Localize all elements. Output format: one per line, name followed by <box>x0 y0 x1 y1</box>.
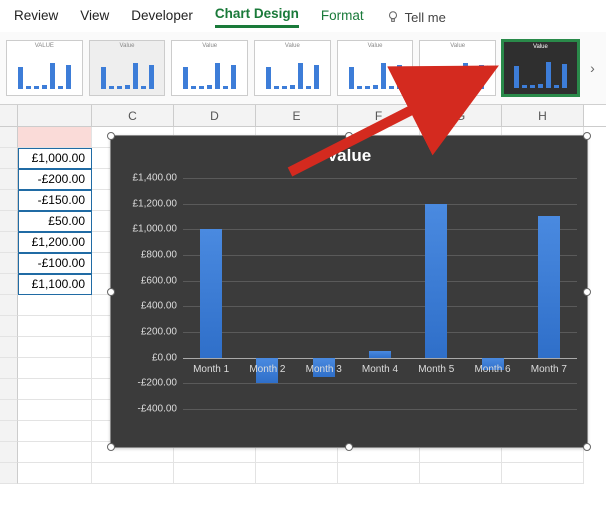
x-axis-label: Month 6 <box>474 364 510 375</box>
resize-handle[interactable] <box>583 288 591 296</box>
y-axis-label: -£400.00 <box>138 404 177 415</box>
embedded-chart[interactable]: Value -£400.00-£200.00£0.00£200.00£400.0… <box>110 135 588 448</box>
x-axis-label: Month 2 <box>249 364 285 375</box>
tab-developer[interactable]: Developer <box>131 8 193 27</box>
tell-me[interactable]: Tell me <box>386 10 446 25</box>
chart-title[interactable]: Value <box>111 136 587 170</box>
x-axis-label: Month 1 <box>193 364 229 375</box>
y-axis-label: -£200.00 <box>138 378 177 389</box>
y-axis-label: £1,200.00 <box>133 198 178 209</box>
ribbon-tabs: Review View Developer Chart Design Forma… <box>0 0 606 32</box>
chart-style-6[interactable]: Value <box>419 40 496 96</box>
resize-handle[interactable] <box>583 443 591 451</box>
chart-style-7-selected[interactable]: Value <box>502 40 579 96</box>
column-headers: C D E F G H <box>0 105 606 127</box>
tab-chart-design[interactable]: Chart Design <box>215 6 299 28</box>
y-axis-label: £600.00 <box>141 275 177 286</box>
x-axis-label: Month 7 <box>531 364 567 375</box>
tab-format[interactable]: Format <box>321 8 364 27</box>
y-axis-label: £800.00 <box>141 249 177 260</box>
resize-handle[interactable] <box>107 288 115 296</box>
chart-plot-area[interactable]: -£400.00-£200.00£0.00£200.00£400.00£600.… <box>183 178 577 409</box>
bulb-icon <box>386 10 400 24</box>
resize-handle[interactable] <box>107 132 115 140</box>
col-header-d[interactable]: D <box>174 105 256 126</box>
col-header-c[interactable]: C <box>92 105 174 126</box>
y-axis-label: £400.00 <box>141 301 177 312</box>
col-header-h[interactable]: H <box>502 105 584 126</box>
cell-b3[interactable]: -£200.00 <box>18 169 92 190</box>
chart-bar[interactable] <box>538 216 560 357</box>
select-all-corner[interactable] <box>0 105 18 126</box>
chart-style-2[interactable]: Value <box>89 40 166 96</box>
cell-b5[interactable]: £50.00 <box>18 211 92 232</box>
resize-handle[interactable] <box>107 443 115 451</box>
cell-b7[interactable]: -£100.00 <box>18 253 92 274</box>
resize-handle[interactable] <box>345 443 353 451</box>
cell[interactable] <box>18 127 92 148</box>
chart-bar[interactable] <box>425 204 447 358</box>
cell-b4[interactable]: -£150.00 <box>18 190 92 211</box>
chart-bar[interactable] <box>369 351 391 357</box>
chart-style-4[interactable]: Value <box>254 40 331 96</box>
tell-me-label: Tell me <box>405 10 446 25</box>
col-header-e[interactable]: E <box>256 105 338 126</box>
resize-handle[interactable] <box>583 132 591 140</box>
chart-style-1[interactable]: VALUE <box>6 40 83 96</box>
cell-b2[interactable]: £1,000.00 <box>18 148 92 169</box>
y-axis-label: £1,000.00 <box>133 224 178 235</box>
col-header-f[interactable]: F <box>338 105 420 126</box>
chart-style-5[interactable]: Value <box>337 40 414 96</box>
chart-style-gallery: VALUE Value Value Value Value Value Valu… <box>0 32 606 105</box>
x-axis-label: Month 5 <box>418 364 454 375</box>
cell-b8[interactable]: £1,100.00 <box>18 274 92 295</box>
col-header-g[interactable]: G <box>420 105 502 126</box>
chart-bar[interactable] <box>200 229 222 357</box>
tab-view[interactable]: View <box>80 8 109 27</box>
tab-review[interactable]: Review <box>14 8 58 27</box>
y-axis-label: £0.00 <box>152 352 177 363</box>
resize-handle[interactable] <box>345 132 353 140</box>
x-axis-label: Month 3 <box>306 364 342 375</box>
y-axis-label: £200.00 <box>141 326 177 337</box>
gallery-more-button[interactable]: › <box>585 60 600 76</box>
chart-style-3[interactable]: Value <box>171 40 248 96</box>
col-header-b[interactable] <box>18 105 92 126</box>
y-axis-label: £1,400.00 <box>133 173 178 184</box>
cell-b6[interactable]: £1,200.00 <box>18 232 92 253</box>
x-axis-label: Month 4 <box>362 364 398 375</box>
